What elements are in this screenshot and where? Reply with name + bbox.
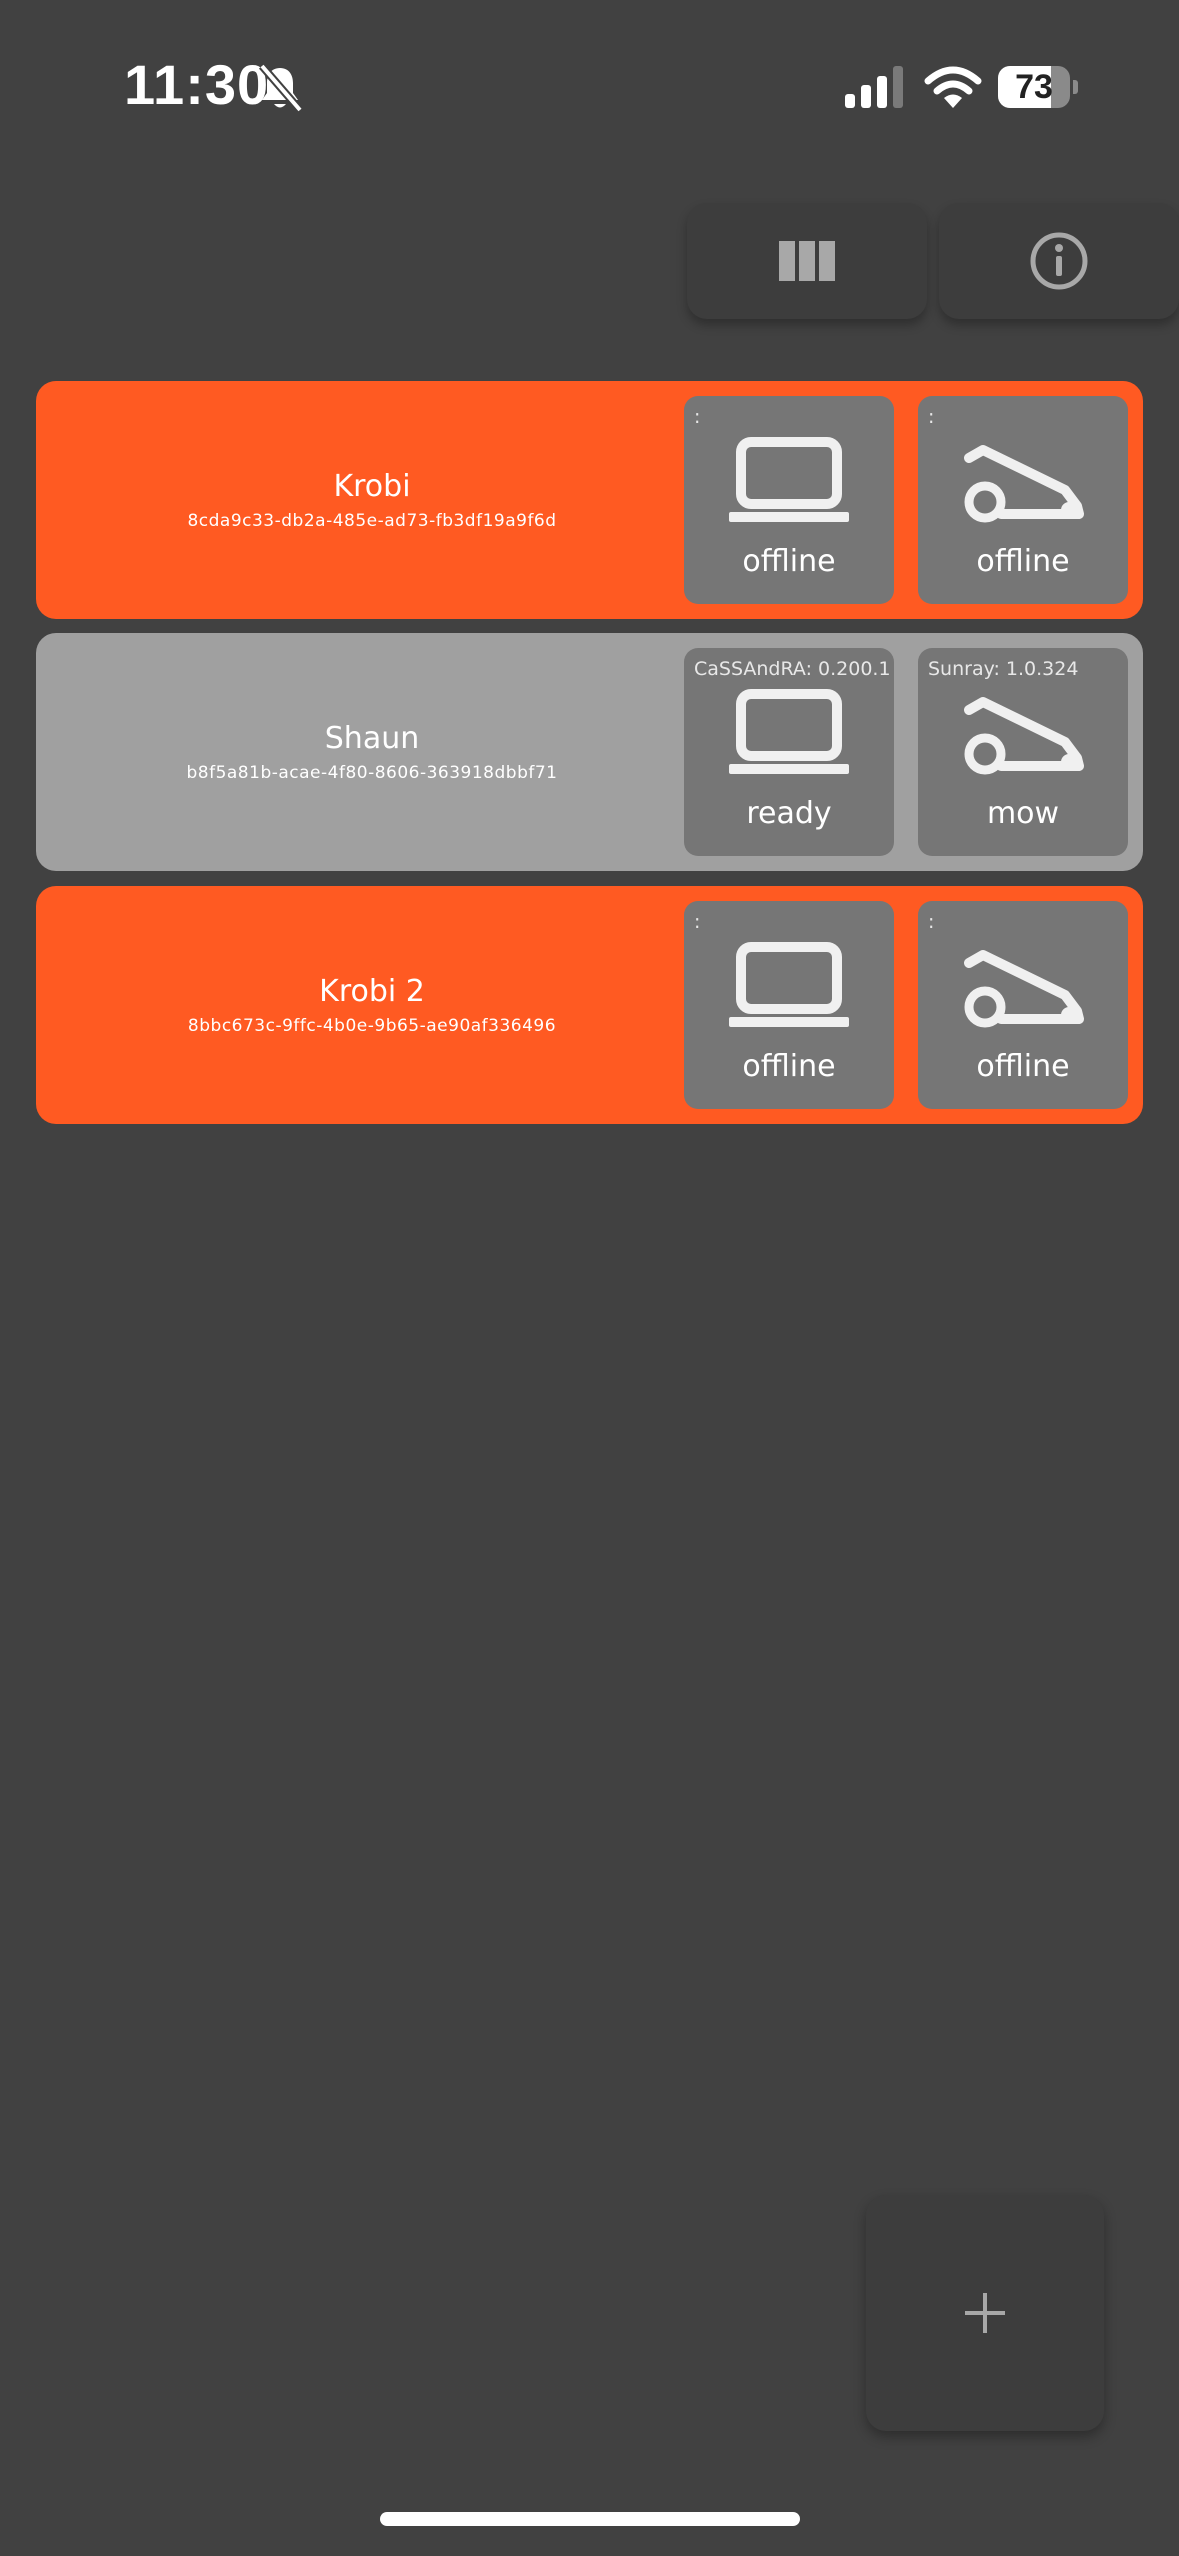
mower-status-tile[interactable]: : offline (918, 396, 1128, 604)
screen: 11:30 73 Krobi 8cda9c33-db2a-485e-ad73-f… (0, 0, 1179, 2556)
mower-status-tile[interactable]: Sunray: 1.0.324 mow (918, 648, 1128, 856)
device-card-krobi[interactable]: Krobi 8cda9c33-db2a-485e-ad73-fb3df19a9f… (36, 381, 1143, 619)
cellular-signal-icon (845, 66, 903, 108)
computer-status-tile[interactable]: : offline (684, 396, 894, 604)
computer-status: offline (742, 544, 836, 579)
computer-version: : (694, 406, 701, 428)
device-card-shaun[interactable]: Shaun b8f5a81b-acae-4f80-8606-363918dbbf… (36, 633, 1143, 871)
robot-mower-icon (964, 697, 1084, 775)
battery-level: 73 (1015, 68, 1053, 106)
device-name: Krobi 2 (319, 974, 425, 1009)
home-indicator[interactable] (380, 2512, 800, 2526)
device-id: 8cda9c33-db2a-485e-ad73-fb3df19a9f6d (187, 511, 557, 531)
bell-muted-icon (258, 63, 304, 113)
mower-status: offline (976, 544, 1070, 579)
device-id: 8bbc673c-9ffc-4b0e-9b65-ae90af336496 (187, 1016, 557, 1036)
mower-version: : (928, 911, 935, 933)
robot-mower-icon (964, 950, 1084, 1028)
device-id: b8f5a81b-acae-4f80-8606-363918dbbf71 (186, 763, 558, 783)
add-device-button[interactable] (866, 2195, 1104, 2431)
computer-status: offline (742, 1049, 836, 1084)
battery-indicator: 73 (998, 66, 1078, 108)
mower-version: : (928, 406, 935, 428)
mower-version: Sunray: 1.0.324 (928, 658, 1079, 680)
laptop-icon (729, 689, 849, 774)
mower-status: mow (986, 796, 1060, 831)
battery-cap (1073, 80, 1078, 94)
device-card-krobi-2[interactable]: Krobi 2 8bbc673c-9ffc-4b0e-9b65-ae90af33… (36, 886, 1143, 1124)
mower-status: offline (976, 1049, 1070, 1084)
columns-button[interactable] (687, 203, 927, 319)
info-icon (1030, 232, 1088, 290)
computer-version: : (694, 911, 701, 933)
computer-status: ready (746, 796, 832, 831)
status-time: 11:30 (124, 53, 270, 116)
computer-status-tile[interactable]: : offline (684, 901, 894, 1109)
computer-status-tile[interactable]: CaSSAndRA: 0.200.1 ready (684, 648, 894, 856)
mower-status-tile[interactable]: : offline (918, 901, 1128, 1109)
device-name: Krobi (333, 469, 411, 504)
columns-icon (779, 241, 835, 281)
plus-icon (965, 2293, 1005, 2333)
device-name: Shaun (324, 721, 420, 756)
laptop-icon (729, 437, 849, 522)
robot-mower-icon (964, 445, 1084, 523)
computer-version: CaSSAndRA: 0.200.1 (694, 658, 891, 680)
laptop-icon (729, 942, 849, 1027)
battery-body: 73 (998, 66, 1070, 108)
info-button[interactable] (939, 203, 1179, 319)
wifi-icon (924, 66, 982, 108)
